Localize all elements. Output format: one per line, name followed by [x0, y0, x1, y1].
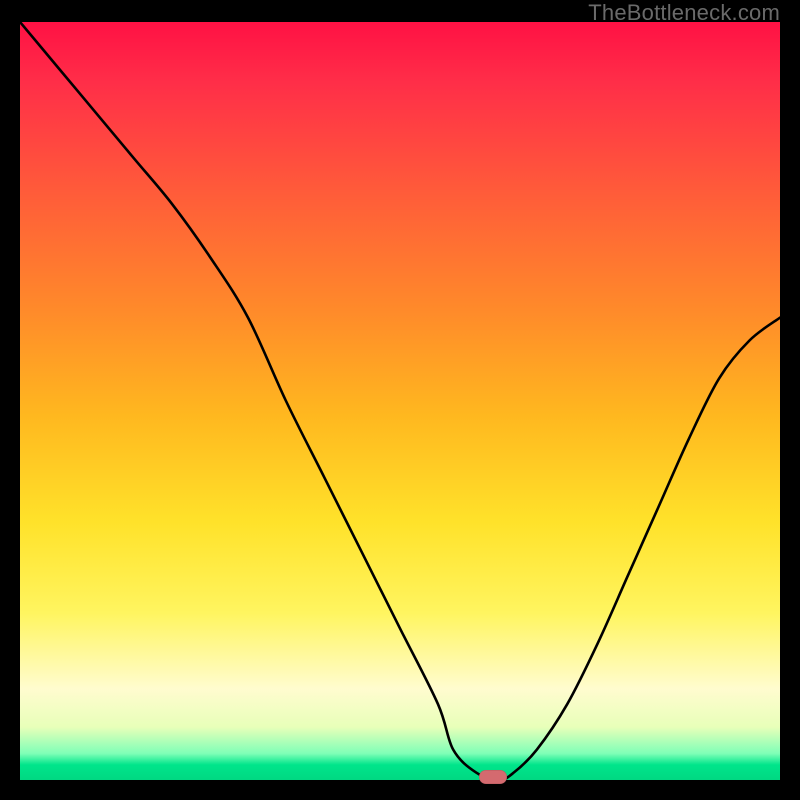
- bottleneck-curve: [20, 22, 780, 780]
- plot-area: [20, 22, 780, 780]
- optimal-point-marker: [479, 770, 507, 784]
- chart-frame: TheBottleneck.com: [0, 0, 800, 800]
